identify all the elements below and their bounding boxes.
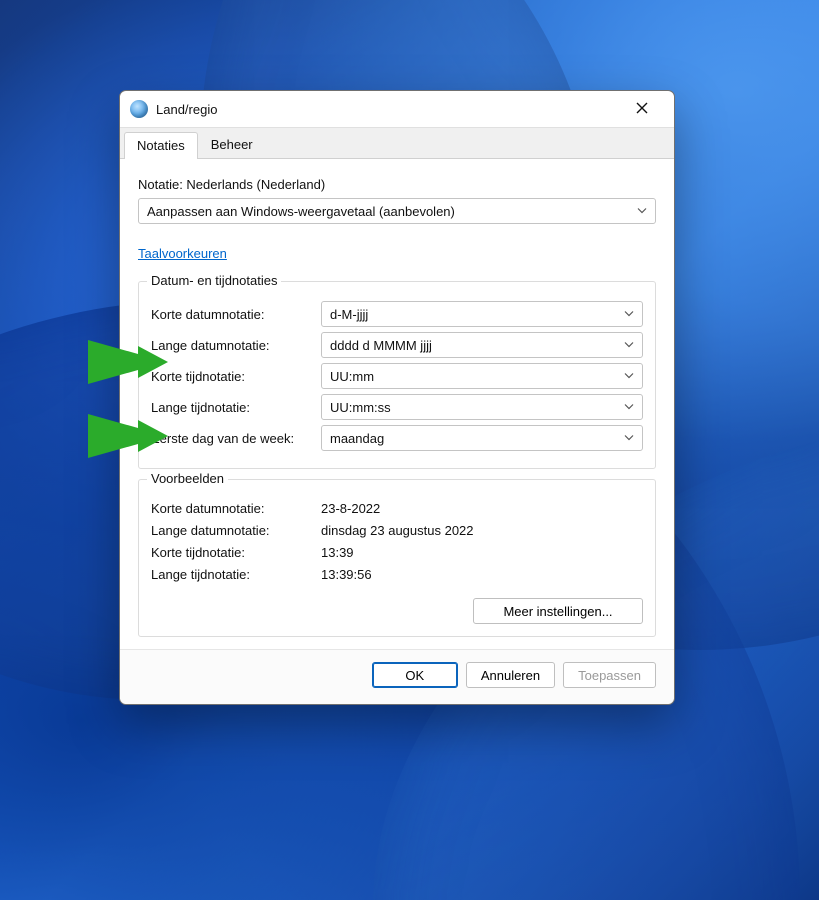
titlebar: Land/regio bbox=[120, 91, 674, 128]
globe-icon bbox=[130, 100, 148, 118]
row-label: Lange datumnotatie: bbox=[151, 338, 321, 353]
row-label: Korte tijdnotatie: bbox=[151, 369, 321, 384]
combo-value: maandag bbox=[330, 431, 384, 446]
row-long-date: Lange datumnotatie: dddd d MMMM jjjj bbox=[151, 332, 643, 358]
format-label: Notatie: Nederlands (Nederland) bbox=[138, 177, 656, 192]
ok-button[interactable]: OK bbox=[372, 662, 458, 688]
row-label: Eerste dag van de week: bbox=[151, 431, 321, 446]
close-button[interactable] bbox=[622, 95, 662, 123]
tab-notaties[interactable]: Notaties bbox=[124, 132, 198, 159]
row-label: Lange tijdnotatie: bbox=[151, 400, 321, 415]
more-settings-button[interactable]: Meer instellingen... bbox=[473, 598, 643, 624]
row-label: Korte tijdnotatie: bbox=[151, 545, 321, 560]
row-short-date: Korte datumnotatie: d-M-jjjj bbox=[151, 301, 643, 327]
chevron-down-icon bbox=[624, 431, 634, 446]
example-row: Korte datumnotatie: 23-8-2022 bbox=[151, 501, 643, 516]
datetime-formats-group: Datum- en tijdnotaties Korte datumnotati… bbox=[138, 281, 656, 469]
row-label: Lange tijdnotatie: bbox=[151, 567, 321, 582]
chevron-down-icon bbox=[624, 307, 634, 322]
row-first-weekday: Eerste dag van de week: maandag bbox=[151, 425, 643, 451]
first-weekday-combo[interactable]: maandag bbox=[321, 425, 643, 451]
tab-label: Notaties bbox=[137, 138, 185, 153]
row-short-time: Korte tijdnotatie: UU:mm bbox=[151, 363, 643, 389]
region-dialog: Land/regio Notaties Beheer Notatie: Nede… bbox=[119, 90, 675, 705]
long-date-combo[interactable]: dddd d MMMM jjjj bbox=[321, 332, 643, 358]
row-long-time: Lange tijdnotatie: UU:mm:ss bbox=[151, 394, 643, 420]
combo-value: d-M-jjjj bbox=[330, 307, 368, 322]
cancel-button[interactable]: Annuleren bbox=[466, 662, 555, 688]
short-date-combo[interactable]: d-M-jjjj bbox=[321, 301, 643, 327]
example-row: Lange datumnotatie: dinsdag 23 augustus … bbox=[151, 523, 643, 538]
example-row: Lange tijdnotatie: 13:39:56 bbox=[151, 567, 643, 582]
format-combo[interactable]: Aanpassen aan Windows-weergavetaal (aanb… bbox=[138, 198, 656, 224]
combo-value: UU:mm:ss bbox=[330, 400, 391, 415]
chevron-down-icon bbox=[624, 338, 634, 353]
example-row: Korte tijdnotatie: 13:39 bbox=[151, 545, 643, 560]
row-value: 13:39:56 bbox=[321, 567, 643, 582]
window-title: Land/regio bbox=[156, 102, 622, 117]
group-title: Datum- en tijdnotaties bbox=[147, 273, 281, 288]
row-label: Korte datumnotatie: bbox=[151, 501, 321, 516]
dialog-body: Notatie: Nederlands (Nederland) Aanpasse… bbox=[120, 159, 674, 649]
tabstrip: Notaties Beheer bbox=[120, 128, 674, 159]
examples-group: Voorbeelden Korte datumnotatie: 23-8-202… bbox=[138, 479, 656, 637]
chevron-down-icon bbox=[624, 369, 634, 384]
close-icon bbox=[636, 102, 648, 117]
combo-value: UU:mm bbox=[330, 369, 374, 384]
group-title: Voorbeelden bbox=[147, 471, 228, 486]
chevron-down-icon bbox=[624, 400, 634, 415]
row-value: 13:39 bbox=[321, 545, 643, 560]
row-value: dinsdag 23 augustus 2022 bbox=[321, 523, 643, 538]
format-combo-value: Aanpassen aan Windows-weergavetaal (aanb… bbox=[147, 204, 455, 219]
row-label: Korte datumnotatie: bbox=[151, 307, 321, 322]
tab-beheer[interactable]: Beheer bbox=[198, 131, 266, 158]
row-label: Lange datumnotatie: bbox=[151, 523, 321, 538]
short-time-combo[interactable]: UU:mm bbox=[321, 363, 643, 389]
combo-value: dddd d MMMM jjjj bbox=[330, 338, 432, 353]
long-time-combo[interactable]: UU:mm:ss bbox=[321, 394, 643, 420]
tab-label: Beheer bbox=[211, 137, 253, 152]
language-preferences-link[interactable]: Taalvoorkeuren bbox=[138, 246, 227, 261]
dialog-footer: OK Annuleren Toepassen bbox=[120, 649, 674, 704]
apply-button: Toepassen bbox=[563, 662, 656, 688]
row-value: 23-8-2022 bbox=[321, 501, 643, 516]
chevron-down-icon bbox=[637, 204, 647, 219]
